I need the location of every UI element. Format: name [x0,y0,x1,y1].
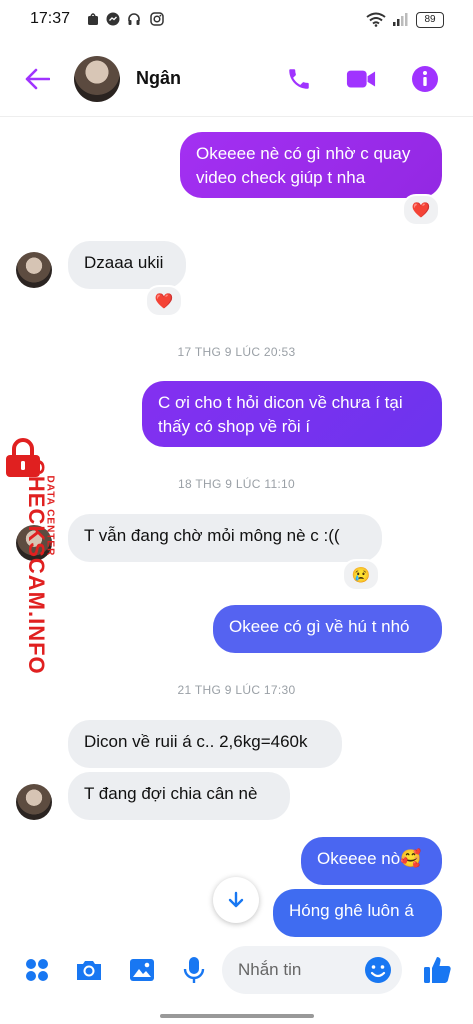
back-arrow-icon[interactable] [22,64,52,94]
heart-reaction[interactable]: ❤️ [402,194,440,226]
timestamp: 17 THG 9 LÚC 20:53 [177,345,296,359]
gallery-icon[interactable] [126,954,158,986]
message-incoming[interactable]: Dicon về ruii á c.. 2,6kg=460k [68,720,342,768]
shopee-icon [86,12,100,29]
heart-reaction[interactable]: ❤️ [145,285,183,317]
contact-avatar-small[interactable] [16,252,52,288]
message-outgoing[interactable]: C ơi cho t hỏi dicon về chưa í tại thấy … [142,381,442,447]
message-incoming[interactable]: T đang đợi chia cân nè [68,772,290,820]
scroll-to-bottom-button[interactable] [213,877,259,923]
timestamp: 21 THG 9 LÚC 17:30 [177,683,296,697]
microphone-icon[interactable] [178,954,210,986]
thumbs-up-icon[interactable] [421,954,453,986]
message-outgoing[interactable]: Okeee có gì về hú t nhó [213,605,442,653]
chat-header: Ngân [0,42,473,117]
message-outgoing[interactable]: Okeeee nò🥰 [301,837,442,885]
emoji-icon[interactable] [362,954,394,986]
video-call-icon[interactable] [346,64,376,94]
message-outgoing[interactable]: Okeeee nè có gì nhờ c quay video check g… [180,132,442,198]
arrow-down-icon [228,891,244,908]
instagram-icon [150,12,164,29]
battery-indicator: 89 [416,12,444,28]
message-incoming[interactable]: T vẫn đang chờ mỏi mông nè c :(( [68,514,382,562]
watermark-tag: DATA CENTER [44,475,56,557]
camera-icon[interactable] [73,954,105,986]
phone-icon[interactable] [284,64,314,94]
timestamp: 18 THG 9 LÚC 11:10 [177,477,295,491]
home-indicator [160,1014,314,1018]
contact-avatar-small[interactable] [16,784,52,820]
message-outgoing[interactable]: Hóng ghê luôn á [273,889,442,937]
contact-name[interactable]: Ngân [136,68,181,89]
messenger-icon [106,12,120,29]
signal-icon [392,12,408,30]
message-incoming[interactable]: Dzaaa ukii [68,241,186,289]
status-bar: 17:37 89 [0,0,473,42]
info-icon[interactable] [410,64,440,94]
apps-grid-icon[interactable] [21,954,53,986]
headphones-icon [127,12,141,29]
status-time: 17:37 [30,10,71,27]
crying-reaction[interactable]: 😢 [342,559,380,591]
contact-avatar[interactable] [74,56,120,102]
composer-bar: Nhắn tin [0,944,473,1000]
wifi-icon [366,12,386,30]
watermark: CHECKSCAM.INFO DATA CENTER [2,438,56,675]
